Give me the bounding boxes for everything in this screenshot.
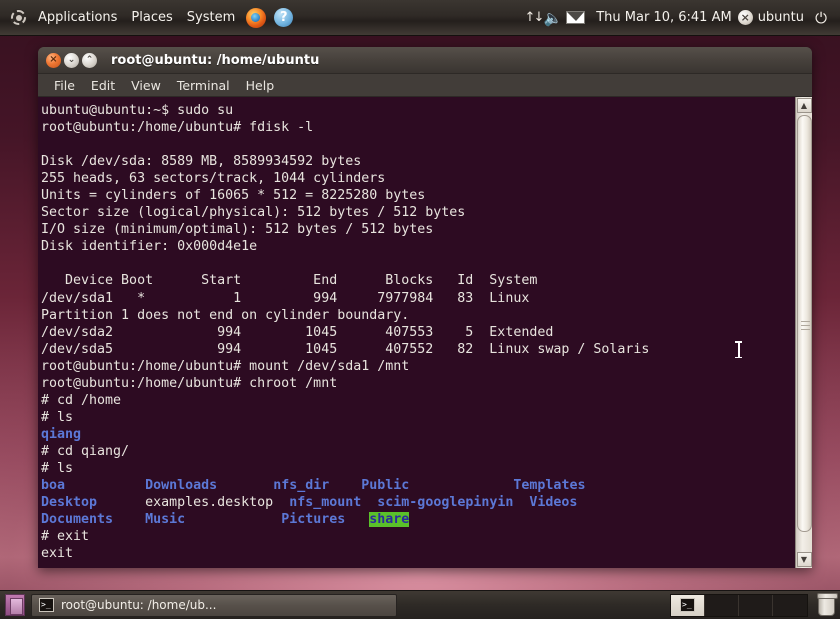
scrollbar-track[interactable] — [796, 113, 812, 552]
workspace-1[interactable] — [671, 594, 705, 616]
scroll-down-arrow-icon[interactable]: ▼ — [796, 552, 812, 567]
terminal-line: qiang — [41, 426, 82, 442]
terminal-line: # exit — [41, 529, 90, 545]
workspace-3[interactable] — [739, 594, 773, 616]
top-panel-left: Applications Places System ? — [10, 6, 297, 30]
terminal-line: exit — [41, 546, 74, 562]
terminal-line: root@ubuntu:/home/ubuntu# chroot /mnt — [41, 375, 338, 391]
mail-envelope-icon[interactable] — [566, 11, 586, 24]
desktop[interactable]: Applications Places System ? ↑↓ 🔈 Thu Ma… — [0, 0, 840, 619]
workspace-2[interactable] — [705, 594, 739, 616]
firefox-launcher[interactable] — [242, 6, 270, 30]
network-up-down-icon[interactable]: ↑↓ — [525, 9, 545, 27]
scrollbar-thumb[interactable] — [796, 115, 812, 532]
terminal-line: Disk /dev/sda: 8589 MB, 8589934592 bytes — [41, 154, 362, 170]
menu-file[interactable]: File — [46, 76, 83, 95]
trash-icon[interactable] — [817, 592, 838, 616]
terminal-window-icon — [680, 598, 695, 612]
menubar: File Edit View Terminal Help — [38, 74, 812, 97]
menu-help[interactable]: Help — [238, 76, 283, 95]
menu-system[interactable]: System — [180, 6, 242, 30]
terminal-line: Partition 1 does not end on cylinder bou… — [41, 307, 410, 323]
terminal-icon — [39, 598, 54, 612]
close-icon[interactable]: × — [46, 52, 61, 68]
ubuntu-logo-icon — [10, 9, 27, 26]
terminal-line: /dev/sda5 994 1045 407552 82 Linux swap … — [41, 341, 650, 357]
scroll-up-arrow-icon[interactable]: ▲ — [796, 98, 812, 113]
terminal-line: 255 heads, 63 sectors/track, 1044 cylind… — [41, 171, 386, 187]
menu-view[interactable]: View — [123, 76, 169, 95]
terminal-line: /dev/sda1 * 1 994 7977984 83 Linux — [41, 290, 530, 306]
help-icon: ? — [274, 8, 294, 27]
help-launcher[interactable]: ? — [270, 6, 297, 29]
user-status-icon[interactable] — [737, 10, 753, 25]
menu-applications[interactable]: Applications — [31, 6, 124, 30]
terminal-line: Sector size (logical/physical): 512 byte… — [41, 205, 466, 221]
terminal-line: ubuntu@ubuntu:~$ sudo su — [41, 103, 234, 118]
menu-edit[interactable]: Edit — [83, 76, 123, 95]
bottom-panel: root@ubuntu: /home/ub... — [0, 590, 840, 619]
terminal-window[interactable]: × ⌄ ⌃ root@ubuntu: /home/ubuntu File Edi… — [38, 47, 812, 568]
power-icon[interactable]: ⏻ — [812, 9, 830, 27]
terminal-output[interactable]: ubuntu@ubuntu:~$ sudo su root@ubuntu:/hom… — [38, 97, 795, 568]
top-panel: Applications Places System ? ↑↓ 🔈 Thu Ma… — [0, 0, 840, 36]
workspace-4[interactable] — [773, 595, 807, 616]
terminal-line: I/O size (minimum/optimal): 512 bytes / … — [41, 222, 434, 238]
terminal-scrollbar[interactable]: ▲ ▼ — [795, 97, 812, 568]
menu-places[interactable]: Places — [124, 6, 179, 30]
terminal-line: # ls — [41, 409, 74, 425]
terminal-line: # cd /home — [41, 392, 122, 408]
workspace-switcher[interactable] — [670, 593, 808, 617]
terminal-line: /dev/sda2 994 1045 407553 5 Extended — [41, 324, 554, 340]
terminal-line: Device Boot Start End Blocks Id System — [41, 273, 538, 289]
username-label[interactable]: ubuntu — [758, 10, 804, 25]
terminal-line: Desktop examples.desktop nfs_mount scim-… — [41, 495, 578, 511]
terminal-body[interactable]: ubuntu@ubuntu:~$ sudo su root@ubuntu:/hom… — [38, 97, 812, 568]
show-desktop-icon[interactable] — [5, 594, 25, 616]
minimize-icon[interactable]: ⌄ — [64, 52, 79, 68]
window-titlebar[interactable]: × ⌄ ⌃ root@ubuntu: /home/ubuntu — [38, 47, 812, 74]
terminal-line: Units = cylinders of 16065 * 512 = 82252… — [41, 188, 426, 204]
clock[interactable]: Thu Mar 10, 6:41 AM — [590, 10, 737, 25]
volume-icon[interactable]: 🔈 — [544, 9, 563, 27]
terminal-line: # cd qiang/ — [41, 443, 130, 459]
terminal-line: root@ubuntu:/home/ubuntu# mount /dev/sda… — [41, 358, 410, 374]
terminal-line: Documents Music Pictures share — [41, 512, 410, 528]
firefox-icon — [246, 7, 267, 28]
window-title: root@ubuntu: /home/ubuntu — [111, 52, 320, 68]
terminal-line: root@ubuntu:/home/ubuntu# fdisk -l — [41, 120, 314, 136]
terminal-line: Disk identifier: 0x000d4e1e — [41, 239, 258, 255]
menu-terminal[interactable]: Terminal — [169, 76, 238, 95]
terminal-line: boa Downloads nfs_dir Public Templates — [41, 478, 586, 494]
top-panel-tray: ↑↓ 🔈 Thu Mar 10, 6:41 AM ubuntu ⏻ — [525, 9, 834, 27]
maximize-icon[interactable]: ⌃ — [82, 52, 97, 68]
taskbar-item-terminal[interactable]: root@ubuntu: /home/ub... — [31, 593, 397, 617]
taskbar-item-label: root@ubuntu: /home/ub... — [61, 598, 217, 612]
terminal-line: # ls — [41, 460, 74, 476]
